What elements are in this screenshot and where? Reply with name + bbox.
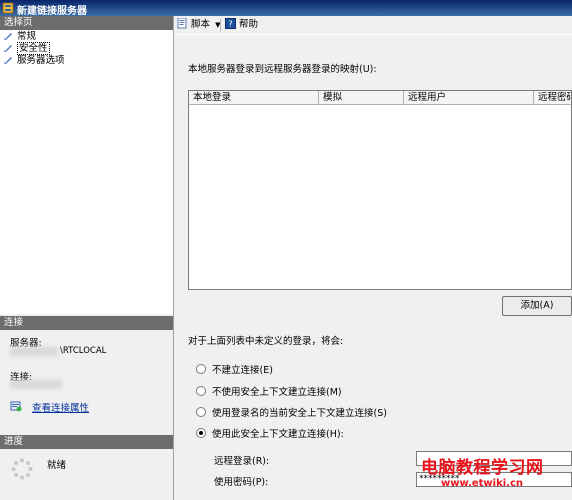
help-button[interactable]: ? 帮助 (225, 18, 258, 31)
help-icon: ? (225, 18, 236, 29)
redacted-connection-name (10, 380, 62, 389)
grid-header-impersonate[interactable]: 模拟 (319, 91, 404, 105)
page-icon (4, 57, 12, 64)
script-label: 脚本 (191, 19, 211, 30)
option-label: 使用登录名的当前安全上下文建立连接(S) (212, 408, 387, 419)
option-this-security-context[interactable]: 使用此安全上下文建立连接(H): (196, 428, 344, 441)
redacted-server-name (10, 347, 58, 356)
add-button[interactable]: 添加(A) (502, 296, 572, 316)
radio-button-selected[interactable] (196, 428, 206, 438)
connection-panel: 连接 服务器: \RTCLOCAL 连接: 查看连接属性 (0, 314, 173, 434)
radio-button[interactable] (196, 364, 206, 374)
option-label: 不使用安全上下文建立连接(M) (212, 387, 342, 398)
view-connection-properties-link[interactable]: 查看连接属性 (32, 400, 89, 414)
option-no-connection[interactable]: 不建立连接(E) (196, 364, 273, 377)
window-title: 新建链接服务器 (17, 6, 87, 17)
page-item-security[interactable]: 安全性 (4, 42, 50, 55)
grid-header-local-login[interactable]: 本地登录 (189, 91, 319, 105)
script-icon (177, 18, 187, 29)
title-bar: 新建链接服务器 (0, 0, 572, 17)
progress-status: 就绪 (47, 460, 67, 471)
grid-header-remote-user[interactable]: 远程用户 (404, 91, 534, 105)
login-mapping-grid[interactable]: 本地登录 模拟 远程用户 远程密码 (188, 90, 572, 290)
page-item-label: 常规 (17, 31, 37, 42)
server-icon (2, 2, 14, 14)
undefined-logins-caption: 对于上面列表中未定义的登录，将会: (188, 336, 344, 347)
mapping-caption: 本地服务器登录到远程服务器登录的映射(U): (188, 64, 377, 75)
radio-button[interactable] (196, 407, 206, 417)
server-value: \RTCLOCAL (60, 346, 107, 356)
toolbar-separator (220, 19, 221, 31)
pages-header: 选择页 (0, 16, 173, 30)
help-label: 帮助 (239, 19, 259, 30)
remote-login-label: 远程登录(R): (214, 456, 270, 467)
option-login-current-context[interactable]: 使用登录名的当前安全上下文建立连接(S) (196, 407, 387, 420)
option-label: 使用此安全上下文建立连接(H): (212, 429, 344, 440)
connection-header: 连接 (0, 316, 173, 330)
grid-header-remote-password[interactable]: 远程密码 (534, 91, 571, 105)
main-panel: 脚本 ▼ ? 帮助 本地服务器登录到远程服务器登录的映射(U): 本地登录 模拟… (174, 16, 572, 500)
page-item-label: 安全性 (17, 42, 50, 55)
option-label: 不建立连接(E) (212, 365, 273, 376)
watermark-title: 电脑教程学习网 (421, 458, 544, 478)
script-button[interactable]: 脚本 ▼ (177, 18, 220, 32)
connection-properties-icon (10, 401, 22, 412)
radio-button[interactable] (196, 386, 206, 396)
watermark-url: www.etwiki.cn (441, 478, 524, 489)
page-icon (4, 45, 12, 52)
toolbar: 脚本 ▼ ? 帮助 (174, 16, 572, 35)
page-item-server-options[interactable]: 服务器选项 (4, 55, 65, 67)
option-without-security-context[interactable]: 不使用安全上下文建立连接(M) (196, 386, 342, 399)
page-item-label: 服务器选项 (17, 55, 65, 66)
password-label: 使用密码(P): (214, 477, 269, 488)
page-icon (4, 33, 12, 40)
progress-spinner-icon (11, 458, 33, 480)
progress-header: 进度 (0, 435, 173, 449)
svg-text:?: ? (228, 20, 232, 29)
